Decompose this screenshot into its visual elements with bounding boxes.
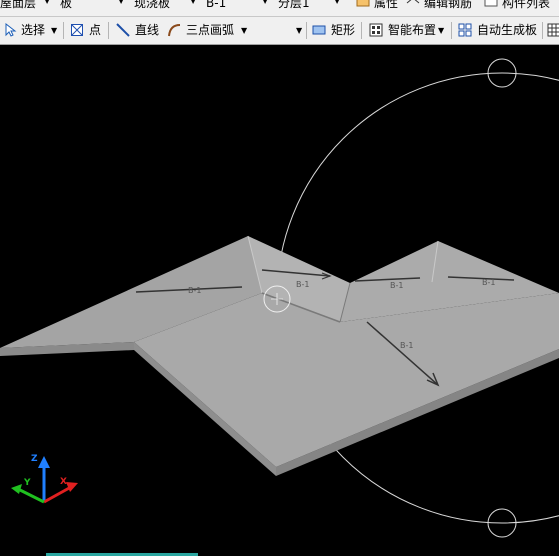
chevron-down-icon[interactable]: ▼ <box>296 17 302 44</box>
grid-icon[interactable] <box>547 23 559 37</box>
rectangle-icon <box>312 25 326 35</box>
slab-label: B-1 <box>296 280 310 289</box>
toolbar-divider <box>306 22 307 39</box>
point-button[interactable]: 点 <box>89 17 101 44</box>
line-icon <box>116 23 130 37</box>
chevron-down-icon[interactable]: ▼ <box>262 0 268 5</box>
slab-label: B-1 <box>400 341 414 350</box>
chevron-down-icon[interactable]: ▼ <box>241 17 247 44</box>
properties-icon[interactable] <box>356 0 370 7</box>
element-type-select[interactable]: 板 <box>60 0 72 13</box>
slab-label: B-1 <box>188 286 202 295</box>
toolbar-divider <box>63 22 64 39</box>
component-list-icon[interactable] <box>484 0 498 7</box>
floor-select[interactable]: 屋面层 <box>0 0 36 13</box>
properties-button[interactable]: 属性 <box>374 0 398 13</box>
edit-rebar-icon[interactable] <box>406 0 420 7</box>
toolbar-divider <box>108 22 109 39</box>
arc-icon <box>168 24 181 37</box>
draw-toolbar: 选择 ▼ 点 直线 三点画弧 ▼ ▼ 矩形 智能布置 ▼ 自动生成板 <box>0 17 559 45</box>
chevron-down-icon[interactable]: ▼ <box>118 0 124 5</box>
component-list-button[interactable]: 构件列表 <box>502 0 550 13</box>
smart-layout-icon <box>369 23 383 37</box>
auto-slab-button[interactable]: 自动生成板 <box>477 17 537 44</box>
selector-toolbar: 屋面层 ▼ 板 ▼ 现浇板 ▼ B-1 ▼ 分层1 ▼ 属性 编辑钢筋 构件列表 <box>0 0 559 17</box>
axis-label-y: Y <box>24 478 31 488</box>
chevron-down-icon[interactable]: ▼ <box>44 0 50 5</box>
chevron-down-icon[interactable]: ▼ <box>190 0 196 5</box>
point-icon <box>71 24 83 36</box>
slab-model-3d[interactable] <box>0 45 559 556</box>
toolbar-divider <box>361 22 362 39</box>
slab-label: B-1 <box>390 281 404 290</box>
subtype-select[interactable]: 现浇板 <box>134 0 170 13</box>
rectangle-button[interactable]: 矩形 <box>331 17 355 44</box>
chevron-down-icon[interactable]: ▼ <box>438 17 444 44</box>
slab-label: B-1 <box>482 278 496 287</box>
axis-triad <box>11 456 78 504</box>
line-button[interactable]: 直线 <box>135 17 159 44</box>
edit-rebar-button[interactable]: 编辑钢筋 <box>424 0 472 13</box>
layer-select[interactable]: 分层1 <box>278 0 310 13</box>
toolbar-divider <box>451 22 452 39</box>
axis-label-z: Z <box>31 454 38 464</box>
smart-layout-button[interactable]: 智能布置 <box>388 17 436 44</box>
component-select[interactable]: B-1 <box>206 0 226 13</box>
cursor-icon <box>5 23 17 37</box>
axis-label-x: X <box>60 477 67 487</box>
arc-button[interactable]: 三点画弧 <box>186 17 234 44</box>
chevron-down-icon[interactable]: ▼ <box>334 0 340 5</box>
select-button[interactable]: 选择 <box>21 17 45 44</box>
auto-slab-icon <box>458 23 472 37</box>
toolbar-divider <box>542 22 543 39</box>
chevron-down-icon[interactable]: ▼ <box>51 17 57 44</box>
drawing-viewport[interactable]: B-1 B-1 B-1 B-1 B-1 Z X Y <box>0 45 559 556</box>
